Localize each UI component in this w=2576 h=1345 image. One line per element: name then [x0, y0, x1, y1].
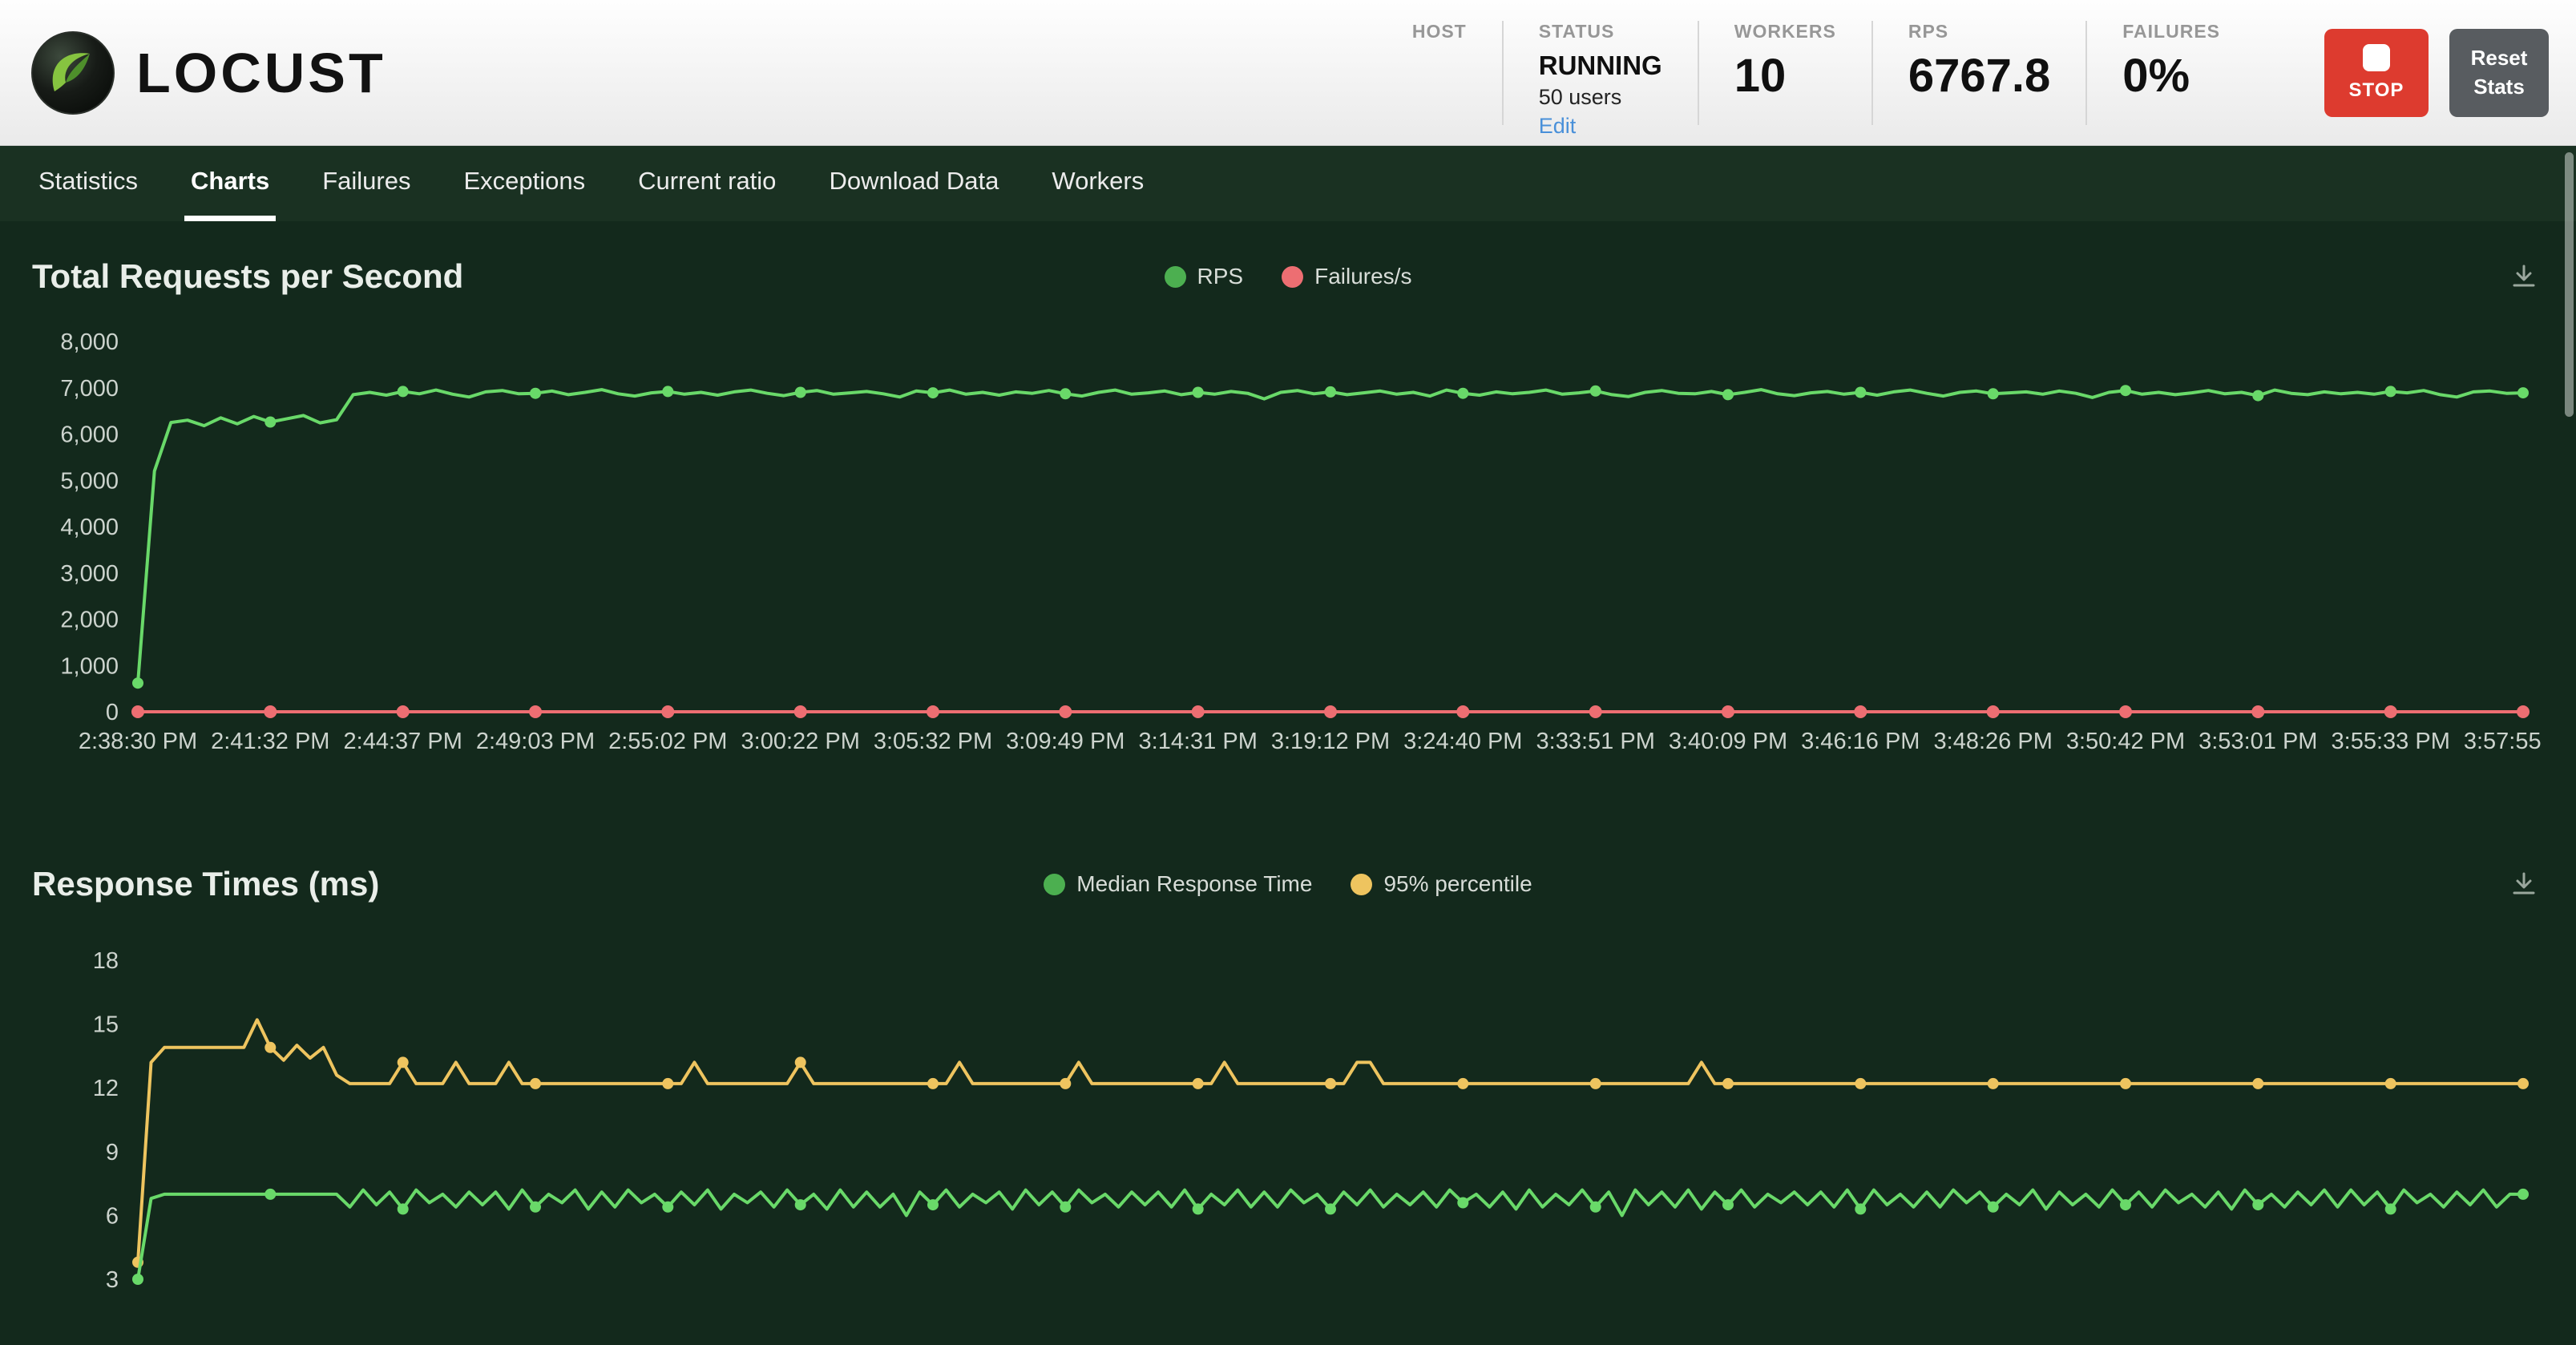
locust-logo-icon — [30, 30, 115, 115]
tab-download-data[interactable]: Download Data — [822, 146, 1005, 221]
svg-text:3:53:01 PM: 3:53:01 PM — [2198, 729, 2317, 754]
svg-text:3:57:55 PM: 3:57:55 PM — [2464, 729, 2544, 754]
download-icon — [2509, 261, 2539, 292]
rps-label: RPS — [1908, 21, 2050, 42]
stat-failures: FAILURES 0% — [2085, 21, 2255, 125]
failures-label: FAILURES — [2122, 21, 2220, 42]
svg-text:18: 18 — [93, 948, 119, 974]
status-user-count: 50 users — [1539, 85, 1662, 110]
svg-text:3: 3 — [106, 1267, 119, 1293]
stat-host: HOST — [1377, 21, 1502, 125]
tab-failures[interactable]: Failures — [316, 146, 417, 221]
svg-text:3:33:51 PM: 3:33:51 PM — [1536, 729, 1655, 754]
svg-text:5,000: 5,000 — [60, 468, 119, 494]
download-rps-chart-button[interactable] — [2504, 256, 2544, 297]
tab-charts[interactable]: Charts — [184, 146, 276, 221]
svg-text:3:48:26 PM: 3:48:26 PM — [1934, 729, 2053, 754]
rps-legend-dot — [1165, 266, 1186, 288]
stop-button-label: STOP — [2349, 79, 2404, 102]
rps-chart-title: Total Requests per Second — [32, 257, 1165, 296]
median-legend-label: Median Response Time — [1076, 871, 1312, 897]
p95-legend-label: 95% percentile — [1383, 871, 1532, 897]
stop-button[interactable]: STOP — [2324, 29, 2429, 117]
header-stats: HOST STATUS RUNNING 50 users Edit WORKER… — [1377, 21, 2255, 125]
svg-text:0: 0 — [106, 700, 119, 725]
legend-item-p95[interactable]: 95% percentile — [1351, 871, 1532, 897]
response-times-legend: Median Response Time 95% percentile — [1044, 871, 1532, 897]
tab-exceptions[interactable]: Exceptions — [458, 146, 592, 221]
status-value: RUNNING — [1539, 50, 1662, 81]
stat-rps: RPS 6767.8 — [1871, 21, 2085, 125]
svg-text:3:24:40 PM: 3:24:40 PM — [1403, 729, 1522, 754]
svg-text:3:50:42 PM: 3:50:42 PM — [2066, 729, 2185, 754]
stat-workers: WORKERS 10 — [1698, 21, 1871, 125]
svg-text:2:49:03 PM: 2:49:03 PM — [476, 729, 595, 754]
host-label: HOST — [1412, 21, 1467, 42]
svg-text:2:44:37 PM: 2:44:37 PM — [344, 729, 462, 754]
svg-text:3:00:22 PM: 3:00:22 PM — [741, 729, 860, 754]
tab-statistics[interactable]: Statistics — [32, 146, 144, 221]
svg-text:3:19:12 PM: 3:19:12 PM — [1271, 729, 1390, 754]
legend-item-failures[interactable]: Failures/s — [1282, 264, 1411, 289]
legend-item-rps[interactable]: RPS — [1165, 264, 1244, 289]
app-header: LOCUST HOST STATUS RUNNING 50 users Edit… — [0, 0, 2576, 146]
svg-text:2:55:02 PM: 2:55:02 PM — [608, 729, 727, 754]
svg-text:2:41:32 PM: 2:41:32 PM — [211, 729, 329, 754]
svg-text:3,000: 3,000 — [60, 561, 119, 587]
download-icon — [2509, 869, 2539, 899]
svg-text:2,000: 2,000 — [60, 608, 119, 633]
response-times-chart-section: Response Times (ms) Median Response Time… — [32, 864, 2544, 1345]
svg-text:6: 6 — [106, 1203, 119, 1229]
svg-text:15: 15 — [93, 1012, 119, 1038]
svg-text:3:05:32 PM: 3:05:32 PM — [874, 729, 992, 754]
svg-text:3:09:49 PM: 3:09:49 PM — [1006, 729, 1124, 754]
status-label: STATUS — [1539, 21, 1662, 42]
header-buttons: STOP Reset Stats — [2324, 29, 2549, 117]
failures-legend-dot — [1282, 266, 1303, 288]
svg-text:1,000: 1,000 — [60, 653, 119, 679]
workers-value: 10 — [1734, 49, 1836, 103]
tab-current-ratio[interactable]: Current ratio — [632, 146, 782, 221]
stop-icon — [2363, 44, 2390, 71]
failures-value: 0% — [2122, 49, 2220, 103]
download-response-times-chart-button[interactable] — [2504, 864, 2544, 904]
charts-page: Total Requests per Second RPS Failures/s… — [0, 221, 2576, 1345]
rps-chart-section: Total Requests per Second RPS Failures/s… — [32, 256, 2544, 769]
svg-text:4,000: 4,000 — [60, 515, 119, 540]
response-times-chart-title: Response Times (ms) — [32, 865, 1044, 903]
svg-text:6,000: 6,000 — [60, 422, 119, 448]
locust-logo: LOCUST — [30, 30, 386, 115]
svg-text:3:14:31 PM: 3:14:31 PM — [1139, 729, 1258, 754]
svg-text:3:55:33 PM: 3:55:33 PM — [2332, 729, 2450, 754]
logo-text: LOCUST — [136, 41, 386, 105]
failures-legend-label: Failures/s — [1314, 264, 1411, 289]
p95-legend-dot — [1351, 874, 1372, 895]
svg-text:12: 12 — [93, 1076, 119, 1101]
svg-text:2:38:30 PM: 2:38:30 PM — [79, 729, 197, 754]
stat-status: STATUS RUNNING 50 users Edit — [1502, 21, 1698, 125]
rps-chart-plot: 0 1,000 2,000 3,000 4,000 5,000 6,000 7,000 8,00… — [32, 300, 2544, 769]
reset-button-label-line1: Reset — [2471, 44, 2528, 72]
reset-button-label-line2: Stats — [2473, 73, 2525, 101]
edit-users-link[interactable]: Edit — [1539, 114, 1662, 139]
legend-item-median[interactable]: Median Response Time — [1044, 871, 1312, 897]
reset-stats-button[interactable]: Reset Stats — [2449, 29, 2549, 117]
main-nav: Statistics Charts Failures Exceptions Cu… — [0, 146, 2576, 221]
svg-text:9: 9 — [106, 1140, 119, 1165]
svg-text:3:46:16 PM: 3:46:16 PM — [1801, 729, 1920, 754]
svg-text:8,000: 8,000 — [60, 329, 119, 355]
svg-text:3:40:09 PM: 3:40:09 PM — [1669, 729, 1787, 754]
svg-text:7,000: 7,000 — [60, 376, 119, 402]
workers-label: WORKERS — [1734, 21, 1836, 42]
tab-workers[interactable]: Workers — [1045, 146, 1150, 221]
response-times-chart-plot: 3 6 9 12 15 18 — [32, 907, 2544, 1345]
median-legend-dot — [1044, 874, 1065, 895]
rps-value: 6767.8 — [1908, 49, 2050, 103]
rps-legend-label: RPS — [1197, 264, 1244, 289]
scrollbar-thumb[interactable] — [2565, 152, 2574, 417]
rps-chart-legend: RPS Failures/s — [1165, 264, 1412, 289]
